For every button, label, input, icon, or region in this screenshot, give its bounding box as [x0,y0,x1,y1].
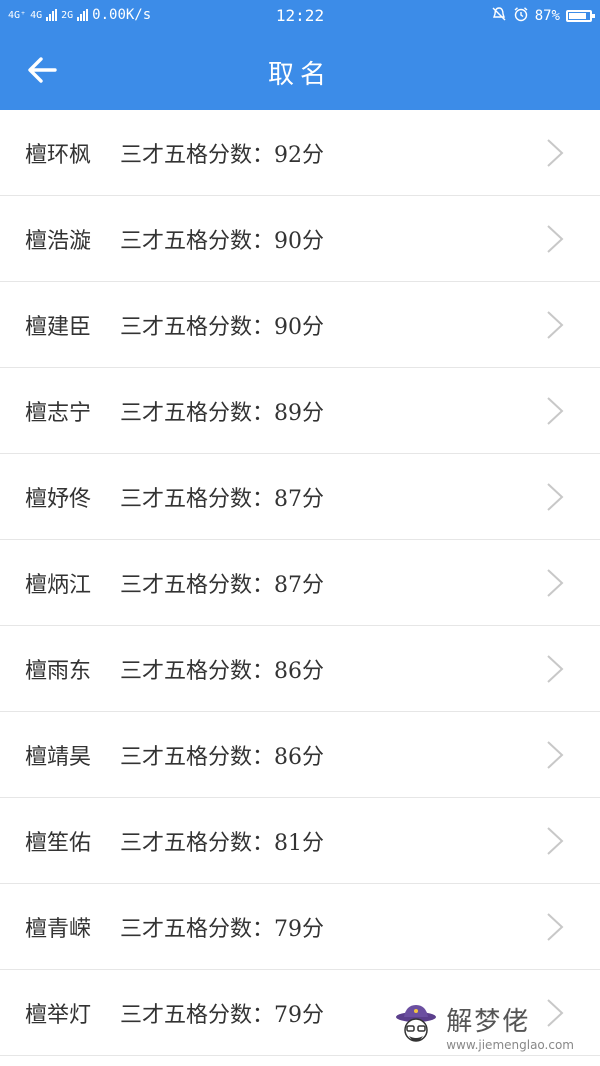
chevron-right-icon [547,483,564,511]
score-text: 三才五格分数：81分 [120,830,324,856]
fortune-teller-logo-icon [396,1004,437,1042]
score-text: 三才五格分数：86分 [120,658,324,684]
chevron-right-icon [547,397,564,425]
name-text: 檀靖昊 [25,744,92,770]
page-title: 取名 [267,60,332,90]
list-item[interactable]: 檀笙佑 三才五格分数：81分 [0,798,600,884]
watermark: 解梦佬 www.jiemenglao.com [392,1001,574,1052]
app-bar: 取名 [0,30,600,110]
alarm-icon [513,6,529,26]
list-item[interactable]: 檀环枫 三才五格分数：92分 [0,110,600,196]
score-text: 三才五格分数：87分 [120,486,324,512]
name-text: 檀志宁 [25,400,92,426]
name-text: 檀妤佟 [25,486,92,512]
battery-percent: 87% [534,8,560,24]
chevron-right-icon [547,741,564,769]
score-text: 三才五格分数：86分 [120,744,324,770]
chevron-right-icon [547,655,564,683]
score-text: 三才五格分数：89分 [120,400,324,426]
list-item[interactable]: 檀浩漩 三才五格分数：90分 [0,196,600,282]
chevron-right-icon [547,139,564,167]
chevron-right-icon [547,913,564,941]
name-text: 檀炳江 [25,572,92,598]
watermark-title: 解梦佬 [446,1007,531,1037]
name-text: 檀建臣 [25,314,92,340]
battery-icon [566,10,595,22]
list-item[interactable]: 檀青嵘 三才五格分数：79分 [0,884,600,970]
mute-icon [491,6,507,26]
chevron-right-icon [547,827,564,855]
status-right: 87% [491,6,595,26]
score-text: 三才五格分数：87分 [120,572,324,598]
score-text: 三才五格分数：92分 [120,142,324,168]
name-text: 檀举灯 [25,1002,92,1028]
chevron-right-icon [547,569,564,597]
chevron-right-icon [547,311,564,339]
list-item[interactable]: 檀建臣 三才五格分数：90分 [0,282,600,368]
watermark-url: www.jiemenglao.com [446,1038,574,1052]
list-item[interactable]: 檀志宁 三才五格分数：89分 [0,368,600,454]
list-item[interactable]: 檀雨东 三才五格分数：86分 [0,626,600,712]
score-text: 三才五格分数：90分 [120,314,324,340]
name-text: 檀环枫 [25,142,92,168]
score-text: 三才五格分数：90分 [120,228,324,254]
list-item[interactable]: 檀靖昊 三才五格分数：86分 [0,712,600,798]
name-text: 檀浩漩 [25,228,92,254]
score-text: 三才五格分数：79分 [120,916,324,942]
list-item[interactable]: 檀妤佟 三才五格分数：87分 [0,454,600,540]
status-bar: 4G⁺ 4G 2G 0.00K/s 12:22 87% [0,0,600,30]
list-item[interactable]: 檀炳江 三才五格分数：87分 [0,540,600,626]
chevron-right-icon [547,225,564,253]
name-text: 檀笙佑 [25,830,92,856]
name-list: 檀环枫 三才五格分数：92分 檀浩漩 三才五格分数：90分 檀建臣 三才五格分数：90分檀… [0,110,600,1056]
name-text: 檀青嵘 [25,916,92,942]
score-text: 三才五格分数：79分 [120,1002,324,1028]
name-text: 檀雨东 [25,658,92,684]
